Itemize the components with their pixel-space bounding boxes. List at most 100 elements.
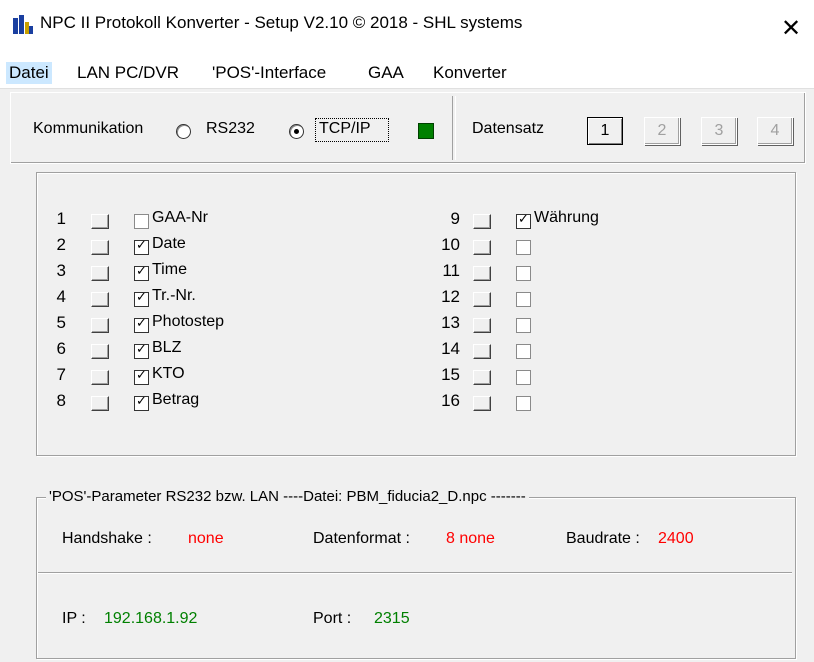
field-toggle-button[interactable]: [473, 344, 491, 359]
field-checkbox[interactable]: ✓: [134, 315, 149, 333]
ip-label: IP :: [62, 610, 86, 627]
handshake-value: none: [188, 530, 224, 547]
checkmark-icon: ✓: [136, 393, 147, 408]
field-number: 6: [56, 339, 66, 358]
pos-parameter-group: [36, 497, 796, 659]
field-toggle-button[interactable]: [473, 240, 491, 255]
field-checkbox[interactable]: ✓: [134, 367, 149, 385]
datensatz-button-4[interactable]: 4: [757, 117, 793, 145]
field-toggle-button[interactable]: [473, 318, 491, 333]
field-checkbox[interactable]: [516, 344, 531, 359]
pos-separator: [38, 572, 792, 574]
field-number: 1: [56, 209, 66, 228]
port-value: 2315: [374, 610, 410, 627]
separator-vertical: [452, 96, 456, 160]
field-number: 4: [56, 287, 66, 306]
field-toggle-button[interactable]: [91, 344, 109, 359]
field-checkbox[interactable]: ✓: [134, 341, 149, 359]
field-checkbox[interactable]: ✓: [134, 237, 149, 255]
radio-rs232-label[interactable]: RS232: [206, 120, 255, 138]
datenformat-label: Datenformat :: [313, 530, 410, 547]
field-checkbox-label[interactable]: KTO: [152, 365, 185, 383]
field-checkbox-label[interactable]: Währung: [534, 209, 599, 227]
field-checkbox[interactable]: ✓: [134, 263, 149, 281]
radio-selected-dot: [294, 129, 299, 134]
field-number: 12: [441, 287, 460, 306]
field-checkbox[interactable]: [516, 240, 531, 255]
field-toggle-button[interactable]: [91, 370, 109, 385]
field-checkbox-label[interactable]: Time: [152, 261, 187, 279]
field-checkbox-label[interactable]: BLZ: [152, 339, 181, 357]
connection-status-led: [418, 123, 434, 139]
field-toggle-button[interactable]: [91, 292, 109, 307]
datensatz-label: Datensatz: [472, 120, 545, 137]
field-checkbox-label[interactable]: Date: [152, 235, 186, 253]
field-checkbox[interactable]: ✓: [134, 289, 149, 307]
field-checkbox[interactable]: [516, 370, 531, 385]
radio-tcpip[interactable]: [289, 124, 304, 139]
field-toggle-button[interactable]: [91, 266, 109, 281]
checkmark-icon: ✓: [136, 263, 147, 278]
radio-rs232[interactable]: [176, 124, 191, 139]
datensatz-button-3[interactable]: 3: [701, 117, 737, 145]
field-toggle-button[interactable]: [91, 318, 109, 333]
field-checkbox[interactable]: [516, 396, 531, 411]
field-toggle-button[interactable]: [473, 396, 491, 411]
field-checkbox-label[interactable]: Photostep: [152, 313, 224, 331]
field-checkbox[interactable]: [516, 318, 531, 333]
close-icon[interactable]: ✕: [768, 0, 814, 58]
datensatz-button-2[interactable]: 2: [644, 117, 680, 145]
menu-pos-interface[interactable]: 'POS'-Interface: [209, 62, 329, 84]
baudrate-label: Baudrate :: [566, 530, 640, 547]
field-number: 13: [441, 313, 460, 332]
field-number: 3: [56, 261, 66, 280]
checkmark-icon: ✓: [518, 211, 529, 226]
pos-parameter-caption: 'POS'-Parameter RS232 bzw. LAN ----Datei…: [46, 488, 529, 505]
field-checkbox-label[interactable]: GAA-Nr: [152, 209, 208, 227]
checkmark-icon: ✓: [136, 367, 147, 382]
port-label: Port :: [313, 610, 352, 627]
field-number: 15: [441, 365, 460, 384]
field-number: 10: [441, 235, 460, 254]
field-toggle-button[interactable]: [91, 214, 109, 229]
app-icon: [13, 15, 33, 34]
field-checkbox-label[interactable]: Tr.-Nr.: [152, 287, 196, 305]
field-toggle-button[interactable]: [473, 266, 491, 281]
menu-lan-pc-dvr[interactable]: LAN PC/DVR: [74, 62, 182, 84]
field-toggle-button[interactable]: [473, 214, 491, 229]
menu-konverter[interactable]: Konverter: [430, 62, 510, 84]
datenformat-value: 8 none: [446, 530, 495, 547]
title-bar: NPC II Protokoll Konverter - Setup V2.10…: [0, 0, 814, 58]
handshake-label: Handshake :: [62, 530, 152, 547]
field-checkbox[interactable]: [516, 292, 531, 307]
field-checkbox[interactable]: ✓: [516, 211, 531, 229]
field-checkbox[interactable]: [134, 214, 149, 229]
field-number: 9: [450, 209, 460, 228]
field-number: 7: [56, 365, 66, 384]
field-toggle-button[interactable]: [473, 292, 491, 307]
field-toggle-button[interactable]: [91, 396, 109, 411]
menu-gaa[interactable]: GAA: [365, 62, 407, 84]
field-number: 16: [441, 391, 460, 410]
window-title: NPC II Protokoll Konverter - Setup V2.10…: [40, 13, 523, 32]
checkmark-icon: ✓: [136, 315, 147, 330]
field-checkbox[interactable]: [516, 266, 531, 281]
datensatz-button-1[interactable]: 1: [587, 117, 623, 145]
menu-datei[interactable]: Datei: [6, 62, 52, 84]
field-number: 2: [56, 235, 66, 254]
field-selection-group: [36, 172, 796, 456]
field-number: 5: [56, 313, 66, 332]
radio-tcpip-label[interactable]: TCP/IP: [319, 120, 371, 138]
field-checkbox-label[interactable]: Betrag: [152, 391, 199, 409]
baudrate-value: 2400: [658, 530, 694, 547]
field-toggle-button[interactable]: [473, 370, 491, 385]
field-number: 11: [442, 261, 460, 280]
checkmark-icon: ✓: [136, 289, 147, 304]
checkmark-icon: ✓: [136, 237, 147, 252]
ip-value: 192.168.1.92: [104, 610, 198, 627]
field-number: 14: [441, 339, 460, 358]
field-toggle-button[interactable]: [91, 240, 109, 255]
field-checkbox[interactable]: ✓: [134, 393, 149, 411]
menu-bar: Datei LAN PC/DVR 'POS'-Interface GAA Kon…: [0, 58, 814, 89]
checkmark-icon: ✓: [136, 341, 147, 356]
